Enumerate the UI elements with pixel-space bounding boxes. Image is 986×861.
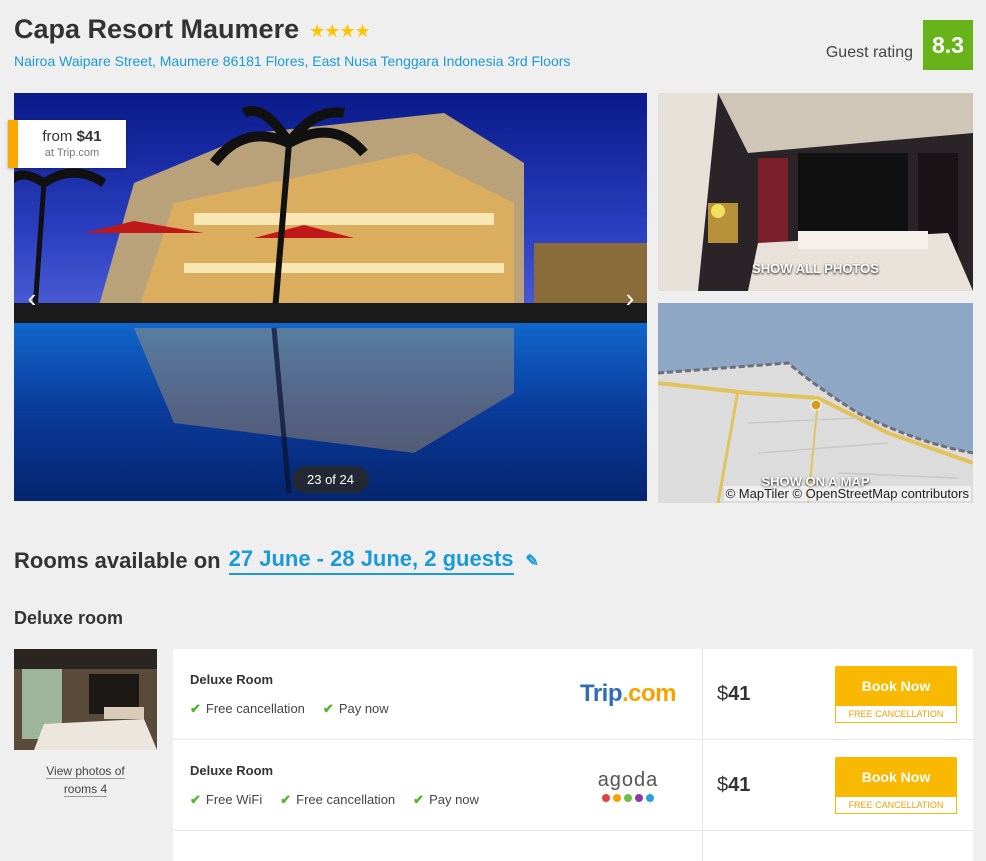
map-attribution[interactable]: © MapTiler © OpenStreetMap contributors <box>723 486 971 501</box>
offer-row: Deluxe Room ✔ Free WiFi ✔ Free cancellatio… <box>173 740 973 831</box>
agoda-logo: agoda <box>598 769 659 802</box>
guest-rating: Guest rating 8.3 <box>826 20 973 70</box>
offer-row-partial <box>173 831 973 861</box>
map-image <box>658 303 973 503</box>
room-offers-list: Deluxe Room ✔ Free cancellation ✔ Pay now … <box>173 649 973 861</box>
feature-item: ✔ Free cancellation <box>280 792 395 808</box>
chevron-left-icon[interactable]: ‹ <box>20 280 44 316</box>
from-prefix: from <box>42 128 73 145</box>
checkmark-icon: ✔ <box>190 701 201 716</box>
show-all-photos-label: SHOW ALL PHOTOS <box>752 261 879 276</box>
book-now-button[interactable]: Book Now FREE CANCELLATION <box>835 757 957 815</box>
from-price-site: at Trip.com <box>44 147 100 159</box>
tripcom-logo: Trip.com <box>579 680 677 708</box>
vendor-logo-agoda[interactable]: agoda <box>553 740 703 830</box>
pencil-icon[interactable]: ✎ <box>526 551 539 571</box>
divider <box>702 740 703 830</box>
feature-item: ✔ Free WiFi <box>190 792 262 808</box>
vendor-logo-tripcom[interactable]: Trip.com <box>553 649 703 739</box>
divider <box>702 649 703 739</box>
price-currency: $ <box>717 774 729 796</box>
offer-price: $41 <box>717 683 750 706</box>
checkmark-icon: ✔ <box>280 792 292 807</box>
book-now-button[interactable]: Book Now FREE CANCELLATION <box>835 666 957 724</box>
guest-rating-badge: 8.3 <box>923 20 973 70</box>
room-thumbnail[interactable] <box>14 649 157 750</box>
photo-counter: 23 of 24 <box>292 466 369 493</box>
checkmark-icon: ✔ <box>190 792 201 807</box>
offer-features: ✔ Free cancellation ✔ Pay now <box>190 701 389 717</box>
offer-price: $41 <box>717 774 750 797</box>
dates-guests-link[interactable]: 27 June - 28 June, 2 guests <box>228 546 514 575</box>
hotel-address-link[interactable]: Nairoa Waipare Street, Maumere 86181 Flo… <box>14 53 570 69</box>
book-now-label: Book Now <box>835 757 957 797</box>
free-cancellation-note: FREE CANCELLATION <box>835 797 957 814</box>
room-type-title: Deluxe room <box>14 608 124 628</box>
guest-rating-label: Guest rating <box>825 44 913 61</box>
chevron-right-icon[interactable]: › <box>618 280 642 316</box>
show-all-photos-tile[interactable]: SHOW ALL PHOTOS <box>658 93 973 291</box>
view-room-photos-link[interactable]: View photos of rooms 4 <box>14 762 157 798</box>
star-rating-icon: ★★★★ <box>309 21 371 41</box>
rooms-available-heading: Rooms available on 27 June - 28 June, 2 … <box>14 546 539 575</box>
feature-item: ✔ Pay now <box>413 792 479 808</box>
book-now-label: Book Now <box>835 666 957 706</box>
from-price-tag[interactable]: from $41 at Trip.com <box>8 120 126 168</box>
divider <box>702 831 703 861</box>
offer-features: ✔ Free WiFi ✔ Free cancellation ✔ Pay now <box>190 792 479 808</box>
feature-item: ✔ Free cancellation <box>190 701 305 717</box>
offer-room-name: Deluxe Room <box>190 672 274 687</box>
from-price: $41 <box>76 128 102 145</box>
view-photos-line1: View photos of <box>46 764 125 779</box>
agoda-wordmark: agoda <box>597 768 659 791</box>
from-price-line: from $41 <box>18 128 126 145</box>
view-photos-line2: rooms 4 <box>63 782 108 797</box>
feature-label: Pay now <box>338 701 389 716</box>
free-cancellation-note: FREE CANCELLATION <box>835 706 957 723</box>
price-amount: 41 <box>728 683 751 705</box>
room-thumbnail-image <box>14 649 157 750</box>
tripcom-logo-main: Trip <box>579 680 623 707</box>
agoda-dots-icon <box>602 793 654 802</box>
feature-label: Free cancellation <box>296 792 396 807</box>
hotel-title-row: Capa Resort Maumere ★★★★ <box>14 14 371 45</box>
price-currency: $ <box>717 683 729 705</box>
checkmark-icon: ✔ <box>413 792 425 807</box>
offer-room-name: Deluxe Room <box>190 763 274 778</box>
feature-label: Free WiFi <box>205 792 263 807</box>
location-map[interactable]: SHOW ON A MAP © MapTiler © OpenStreetMap… <box>658 303 973 503</box>
feature-label: Pay now <box>429 792 479 807</box>
hotel-name: Capa Resort Maumere <box>14 14 300 44</box>
feature-label: Free cancellation <box>205 701 305 716</box>
checkmark-icon: ✔ <box>322 701 334 716</box>
rooms-heading-prefix: Rooms available on <box>14 547 221 573</box>
tripcom-logo-suffix: .com <box>622 680 677 707</box>
feature-item: ✔ Pay now <box>323 701 389 717</box>
offer-row: Deluxe Room ✔ Free cancellation ✔ Pay now … <box>173 649 973 740</box>
price-amount: 41 <box>728 774 751 796</box>
